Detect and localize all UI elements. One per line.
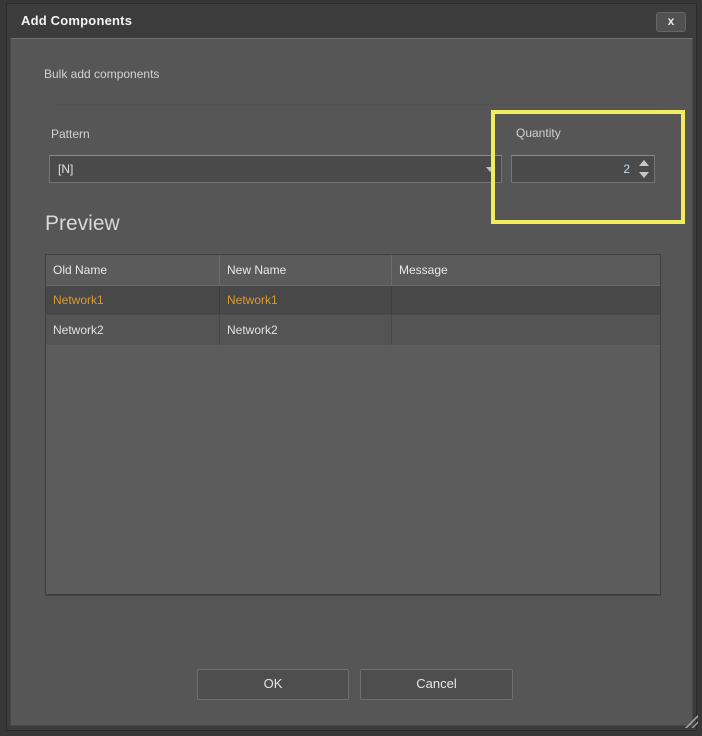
cell-message xyxy=(392,316,660,345)
table-row[interactable]: Network1 Network1 xyxy=(46,286,660,316)
add-components-dialog: Add Components x Bulk add components Pat… xyxy=(6,3,697,731)
cell-old-name: Network1 xyxy=(46,286,220,315)
pattern-value: [N] xyxy=(58,162,73,176)
quantity-spinner xyxy=(637,158,651,180)
preview-table: Old Name New Name Message Network1 Netwo… xyxy=(45,254,661,595)
cell-message xyxy=(392,286,660,315)
close-icon: x xyxy=(668,14,675,28)
cell-old-name: Network2 xyxy=(46,316,220,345)
cell-new-name: Network1 xyxy=(220,286,392,315)
cell-new-name: Network2 xyxy=(220,316,392,345)
spinner-up-icon[interactable] xyxy=(639,160,649,166)
dialog-body: Bulk add components Pattern [N] Quantity… xyxy=(10,38,693,726)
table-header-row: Old Name New Name Message xyxy=(46,255,660,286)
close-button[interactable]: x xyxy=(656,12,686,32)
section-divider xyxy=(56,104,657,105)
dialog-titlebar[interactable]: Add Components x xyxy=(7,4,696,38)
quantity-label: Quantity xyxy=(516,126,561,140)
cancel-button[interactable]: Cancel xyxy=(360,669,513,700)
ok-button[interactable]: OK xyxy=(197,669,349,700)
column-header-message[interactable]: Message xyxy=(392,255,660,285)
chevron-down-icon xyxy=(486,167,494,172)
table-row[interactable]: Network2 Network2 xyxy=(46,316,660,346)
column-header-new-name[interactable]: New Name xyxy=(220,255,392,285)
pattern-dropdown[interactable]: [N] xyxy=(49,155,502,183)
spinner-down-icon[interactable] xyxy=(639,172,649,178)
quantity-value: 2 xyxy=(623,162,630,176)
resize-grip-icon[interactable] xyxy=(683,713,698,728)
pattern-label: Pattern xyxy=(51,127,90,141)
quantity-input[interactable]: 2 xyxy=(511,155,655,183)
preview-heading: Preview xyxy=(45,212,120,236)
dialog-title: Add Components xyxy=(21,13,132,28)
section-label: Bulk add components xyxy=(44,67,159,81)
column-header-old-name[interactable]: Old Name xyxy=(46,255,220,285)
